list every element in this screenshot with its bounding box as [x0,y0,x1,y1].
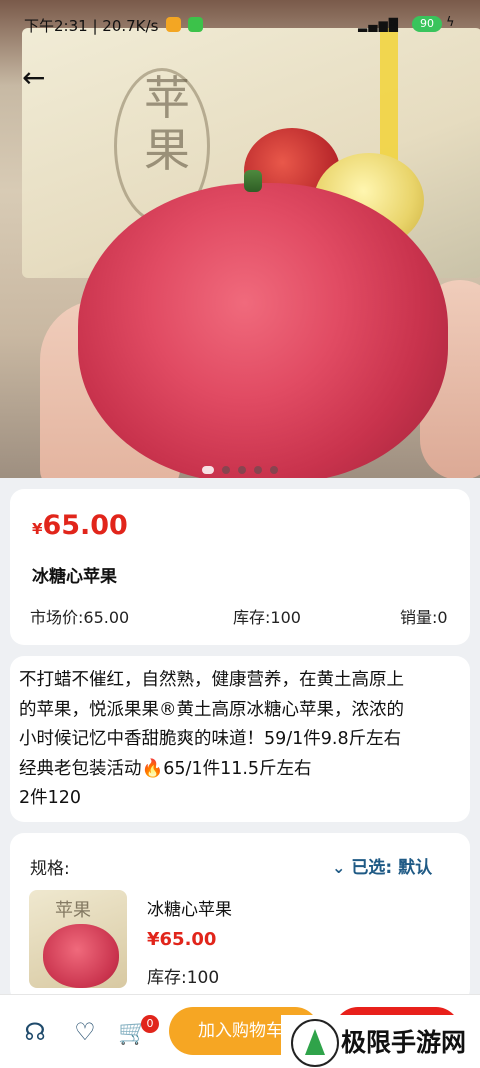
thumbnail-apple [43,924,119,988]
watermark-text: 极限手游网 [341,1028,467,1057]
selected-spec-text: 已选: 默认 [351,858,433,878]
double-chevron-down-icon: ⌄ [332,858,346,877]
carousel-indicator [0,466,480,474]
apple-stem [244,170,262,192]
spec-item-name: 冰糖心苹果 [147,900,232,920]
notification-app-icon [166,17,181,32]
favorite-heart-icon[interactable]: ♡ [70,1017,100,1047]
product-description: 不打蜡不催红，自然熟，健康营养，在黄土高原上 的苹果，悦派果果®黄土高原冰糖心苹… [19,666,464,814]
spec-selector[interactable]: ⌄ 已选: 默认 [332,853,432,878]
carousel-dot[interactable] [222,466,230,474]
spec-thumbnail[interactable]: 苹果 [29,890,127,988]
charging-icon: ϟ [446,15,455,30]
battery-icon: 90 [412,16,442,32]
description-line: 小时候记忆中香甜脆爽的味道！59/1件9.8斤左右 [19,729,402,749]
product-image-carousel[interactable]: 苹果 [0,0,480,478]
carousel-dot[interactable] [238,466,246,474]
carousel-dot[interactable] [254,466,262,474]
spec-item-price: ¥65.00 [147,929,217,950]
stock-count: 库存:100 [233,608,301,627]
spec-card: 规格: ⌄ 已选: 默认 苹果 冰糖心苹果 ¥65.00 库存:100 [10,833,470,1003]
spec-label: 规格: [30,859,70,879]
product-price: ¥65.00 [32,510,128,541]
watermark-logo-icon [291,1019,339,1067]
status-time: 下午2:31 | 20.7K/s [24,17,159,35]
watermark: 极限手游网 [281,1015,480,1067]
price-value: 65.00 [42,510,128,541]
carousel-dot[interactable] [202,466,214,474]
customer-service-icon[interactable]: ☊ [20,1017,50,1047]
spec-item-stock: 库存:100 [147,968,220,988]
carousel-dot[interactable] [270,466,278,474]
description-line: 2件120 [19,788,82,808]
product-name: 冰糖心苹果 [32,567,117,587]
description-card: 不打蜡不催红，自然熟，健康营养，在黄土高原上 的苹果，悦派果果®黄土高原冰糖心苹… [10,656,470,822]
wifi-icon: ≋ [388,16,399,31]
price-card: ¥65.00 冰糖心苹果 市场价:65.00 库存:100 销量:0 [10,489,470,645]
thumbnail-box-print: 苹果 [55,900,91,921]
back-arrow-icon[interactable]: ← [22,62,54,94]
apple-photo [78,183,448,478]
box-print: 苹果 [144,71,190,177]
currency-symbol: ¥ [32,520,43,538]
description-line: 不打蜡不催红，自然熟，健康营养，在黄土高原上 [19,670,404,690]
cart-count-badge: 0 [141,1015,159,1033]
sales-count: 销量:0 [400,608,448,627]
status-bar: 下午2:31 | 20.7K/s ▂▄▆█ ≋ 90 ϟ [0,0,480,48]
description-line: 经典老包装活动🔥65/1件11.5斤左右 [19,758,312,779]
market-price: 市场价:65.00 [30,608,130,627]
wechat-notification-icon [188,17,203,32]
description-line: 的苹果，悦派果果®黄土高原冰糖心苹果，浓浓的 [19,699,404,720]
